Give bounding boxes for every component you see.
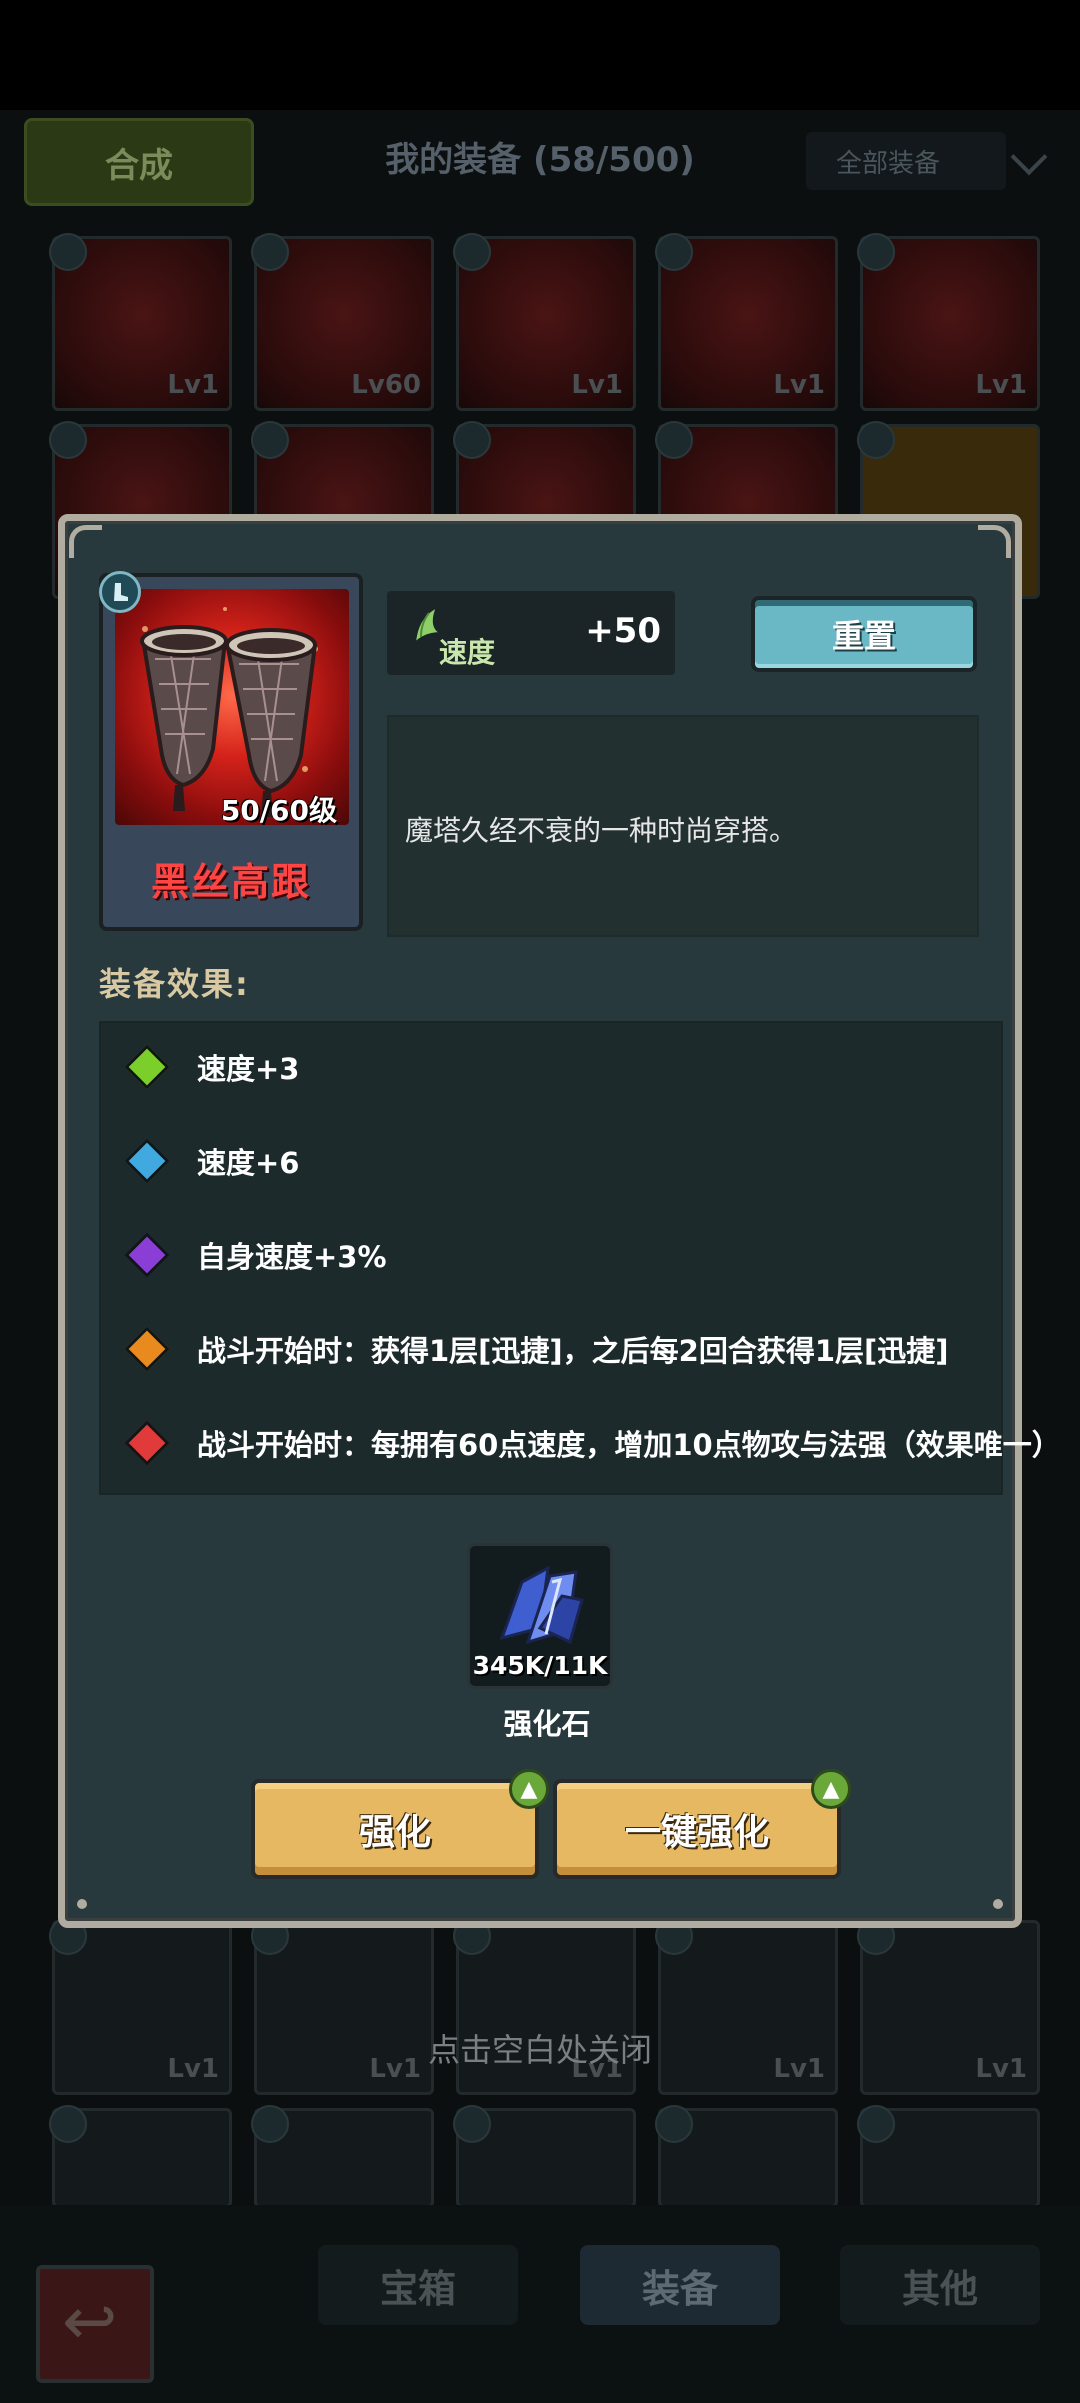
stone-count: 345K/11K — [472, 1651, 608, 1680]
effect-text: 战斗开始时：获得1层[迅捷]，之后每2回合获得1层[迅捷] — [197, 1334, 949, 1368]
type-icon — [857, 421, 895, 459]
effect-text: 战斗开始时：每拥有60点速度，增加10点物攻与法强（效果唯一） — [197, 1428, 1061, 1462]
boot-icon — [99, 571, 141, 613]
type-icon — [251, 233, 289, 271]
purple-gem-icon — [124, 1232, 170, 1278]
arrow-up-icon: ▲ — [811, 1769, 851, 1809]
slot-level: Lv1 — [167, 370, 219, 400]
status-bar-area — [0, 0, 1080, 110]
slot-level: Lv1 — [773, 370, 825, 400]
type-icon — [655, 2105, 693, 2143]
type-icon — [453, 2105, 491, 2143]
stat-value: +50 — [585, 611, 661, 651]
blue-gem-icon — [124, 1138, 170, 1184]
equipment-detail-dialog: 50/60级 黑丝高跟 速度 +50 重置 魔塔久经不衰的一种时尚穿搭。 装备效… — [58, 514, 1061, 1928]
equipment-slot[interactable]: Lv1 — [49, 233, 232, 411]
equipment-slot[interactable]: Lv60 — [251, 233, 434, 411]
type-icon — [453, 233, 491, 271]
equipment-slot[interactable] — [251, 2105, 434, 2208]
one-click-enhance-button[interactable]: 一键强化 ▲ — [553, 1769, 851, 1879]
tab-equipment[interactable]: 装备 — [580, 2245, 780, 2325]
chevron-down-icon — [1010, 138, 1048, 176]
effects-list: 速度+3 速度+6 自身速度+3% 战斗开始时：获得1层[迅捷]，之后每2回合获… — [99, 1021, 1061, 1495]
item-description: 魔塔久经不衰的一种时尚穿搭。 — [405, 814, 798, 847]
item-card: 50/60级 黑丝高跟 — [99, 571, 363, 931]
slot-level: Lv1 — [975, 370, 1027, 400]
orange-gem-icon — [124, 1326, 170, 1372]
effect-text: 速度+3 — [197, 1052, 300, 1086]
type-icon — [251, 2105, 289, 2143]
equipment-slot[interactable]: Lv1 — [655, 233, 838, 411]
type-icon — [655, 233, 693, 271]
tab-treasure[interactable]: 宝箱 — [318, 2245, 518, 2325]
equipment-slot[interactable] — [655, 2105, 838, 2208]
frame-corner — [69, 525, 102, 558]
back-button[interactable] — [36, 2265, 154, 2383]
item-level: 50/60级 — [220, 794, 337, 827]
type-icon — [655, 421, 693, 459]
type-icon — [857, 233, 895, 271]
effect-text: 速度+6 — [197, 1146, 300, 1180]
type-icon — [453, 421, 491, 459]
type-icon — [49, 2105, 87, 2143]
arrow-up-icon: ▲ — [509, 1769, 549, 1809]
effect-text: 自身速度+3% — [197, 1240, 387, 1274]
frame-corner — [978, 525, 1011, 558]
equipment-slot[interactable] — [49, 2105, 232, 2208]
type-icon — [49, 233, 87, 271]
equipment-filter-select[interactable]: 全部装备 — [806, 132, 1006, 190]
item-description-box: 魔塔久经不衰的一种时尚穿搭。 — [387, 715, 979, 937]
reset-button[interactable]: 重置 — [751, 596, 977, 672]
frame-rivet — [77, 1899, 87, 1909]
slot-level: Lv60 — [351, 370, 421, 400]
enhance-stone-slot[interactable]: 345K/11K — [467, 1543, 613, 1689]
equipment-count-title: 我的装备 (58/500) — [385, 140, 695, 180]
type-icon — [857, 2105, 895, 2143]
item-name: 黑丝高跟 — [150, 860, 311, 904]
equipment-slot[interactable]: Lv1 — [453, 233, 636, 411]
red-gem-icon — [124, 1420, 170, 1466]
enhance-button[interactable]: 强化 ▲ — [251, 1769, 549, 1879]
main-stat: 速度 +50 — [387, 591, 675, 675]
type-icon — [251, 421, 289, 459]
enhance-button-label: 强化 — [358, 1812, 431, 1853]
stone-label: 强化石 — [503, 1707, 591, 1741]
synthesize-button[interactable]: 合成 — [24, 118, 254, 206]
tab-other[interactable]: 其他 — [840, 2245, 1040, 2325]
frame-rivet — [993, 1899, 1003, 1909]
equipment-slot[interactable] — [857, 2105, 1040, 2208]
green-gem-icon — [124, 1044, 170, 1090]
effects-title: 装备效果: — [99, 965, 250, 1003]
slot-level: Lv1 — [571, 370, 623, 400]
stat-label: 速度 — [439, 636, 496, 669]
equipment-slot[interactable] — [453, 2105, 636, 2208]
close-hint[interactable]: 点击空白处关闭 — [0, 2025, 1080, 2071]
type-icon — [49, 421, 87, 459]
one-click-enhance-label: 一键强化 — [624, 1812, 769, 1853]
equipment-slot[interactable]: Lv1 — [857, 233, 1040, 411]
